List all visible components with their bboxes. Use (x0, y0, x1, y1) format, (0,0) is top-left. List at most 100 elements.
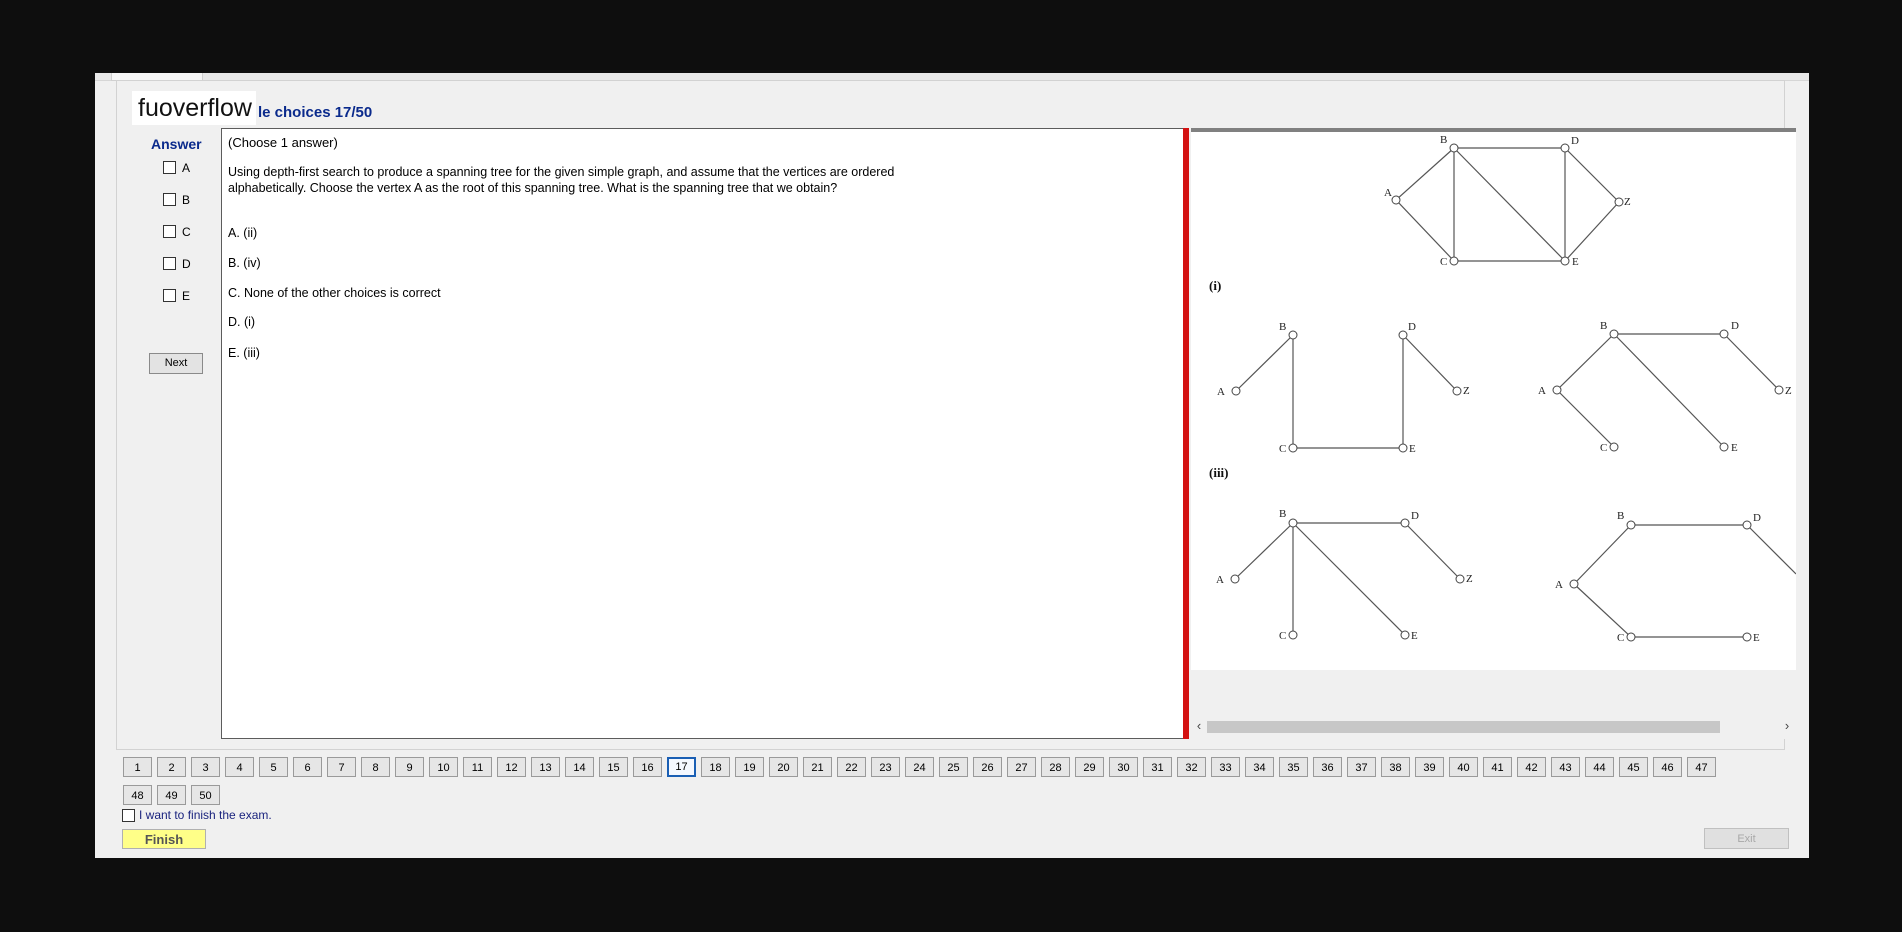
vertex-label-z: Z (1463, 385, 1470, 397)
page-button-14[interactable]: 14 (565, 757, 594, 777)
exam-window: fuoverflow le choices 17/50 Answer A B C… (95, 73, 1809, 858)
finish-confirm-checkbox[interactable] (122, 809, 135, 823)
page-button-30[interactable]: 30 (1109, 757, 1138, 777)
answer-option-b[interactable]: B (163, 192, 190, 208)
page-button-44[interactable]: 44 (1585, 757, 1614, 777)
vertex-label-b: B (1279, 321, 1286, 333)
question-choice-b: B. (iv) (228, 256, 261, 270)
page-button-13[interactable]: 13 (531, 757, 560, 777)
tree-label-iii: (iii) (1209, 465, 1229, 480)
page-button-47[interactable]: 47 (1687, 757, 1716, 777)
page-button-1[interactable]: 1 (123, 757, 152, 777)
brand-watermark: fuoverflow (132, 91, 256, 125)
page-button-16[interactable]: 16 (633, 757, 662, 777)
page-button-31[interactable]: 31 (1143, 757, 1172, 777)
question-instruction: (Choose 1 answer) (228, 135, 338, 150)
page-button-11[interactable]: 11 (463, 757, 492, 777)
vertex-label-c: C (1279, 630, 1286, 642)
vertex-label-b: B (1600, 320, 1607, 332)
page-button-41[interactable]: 41 (1483, 757, 1512, 777)
answer-checkbox[interactable] (163, 193, 176, 207)
page-button-35[interactable]: 35 (1279, 757, 1308, 777)
answer-option-label: A (182, 160, 191, 175)
page-button-5[interactable]: 5 (259, 757, 288, 777)
vertex-label-z: Z (1785, 385, 1792, 397)
page-button-19[interactable]: 19 (735, 757, 764, 777)
exit-button[interactable]: Exit (1704, 828, 1789, 849)
page-button-26[interactable]: 26 (973, 757, 1002, 777)
answer-checkbox[interactable] (163, 161, 176, 175)
scrollbar-thumb[interactable] (1207, 721, 1720, 733)
page-button-48[interactable]: 48 (123, 785, 152, 805)
page-button-3[interactable]: 3 (191, 757, 220, 777)
page-button-12[interactable]: 12 (497, 757, 526, 777)
question-text: Using depth-first search to produce a sp… (228, 165, 895, 195)
page-button-15[interactable]: 15 (599, 757, 628, 777)
page-button-38[interactable]: 38 (1381, 757, 1410, 777)
vertex-label-c: C (1279, 443, 1286, 455)
vertex-label-b: B (1617, 510, 1624, 522)
answer-checkbox[interactable] (163, 289, 176, 303)
page-button-45[interactable]: 45 (1619, 757, 1648, 777)
page-button-42[interactable]: 42 (1517, 757, 1546, 777)
page-button-20[interactable]: 20 (769, 757, 798, 777)
vertex-label-d: D (1571, 135, 1579, 147)
scroll-right-arrow-icon[interactable]: › (1781, 717, 1793, 735)
page-button-40[interactable]: 40 (1449, 757, 1478, 777)
answer-heading: Answer (151, 136, 202, 152)
page-button-7[interactable]: 7 (327, 757, 356, 777)
page-button-39[interactable]: 39 (1415, 757, 1444, 777)
page-button-24[interactable]: 24 (905, 757, 934, 777)
question-choice-c: C. None of the other choices is correct (228, 286, 441, 300)
vertex-label-c: C (1440, 256, 1447, 268)
tree-label-i: (i) (1209, 278, 1221, 293)
page-button-43[interactable]: 43 (1551, 757, 1580, 777)
page-button-9[interactable]: 9 (395, 757, 424, 777)
scroll-left-arrow-icon[interactable]: ‹ (1193, 717, 1205, 735)
page-button-34[interactable]: 34 (1245, 757, 1274, 777)
page-button-28[interactable]: 28 (1041, 757, 1070, 777)
page-button-2[interactable]: 2 (157, 757, 186, 777)
vertex-label-z: Z (1466, 573, 1473, 585)
page-button-27[interactable]: 27 (1007, 757, 1036, 777)
answer-option-a[interactable]: A (163, 160, 190, 176)
vertex-label-e: E (1731, 442, 1738, 454)
answer-option-c[interactable]: C (163, 224, 191, 240)
page-button-6[interactable]: 6 (293, 757, 322, 777)
page-button-22[interactable]: 22 (837, 757, 866, 777)
page-button-32[interactable]: 32 (1177, 757, 1206, 777)
page-button-49[interactable]: 49 (157, 785, 186, 805)
page-button-10[interactable]: 10 (429, 757, 458, 777)
next-button[interactable]: Next (149, 353, 203, 374)
answer-option-label: E (182, 288, 191, 303)
page-button-17[interactable]: 17 (667, 757, 696, 777)
page-button-37[interactable]: 37 (1347, 757, 1376, 777)
answer-option-label: D (182, 256, 191, 271)
page-button-36[interactable]: 36 (1313, 757, 1342, 777)
page-button-21[interactable]: 21 (803, 757, 832, 777)
answer-checkbox[interactable] (163, 257, 176, 271)
page-button-23[interactable]: 23 (871, 757, 900, 777)
page-button-29[interactable]: 29 (1075, 757, 1104, 777)
page-button-4[interactable]: 4 (225, 757, 254, 777)
page-button-8[interactable]: 8 (361, 757, 390, 777)
page-button-46[interactable]: 46 (1653, 757, 1682, 777)
vertex-label-d: D (1408, 321, 1416, 333)
question-title: le choices 17/50 (258, 104, 373, 121)
graph-figure: A B C D E Z A B C D E Z A B C D E Z A B … (1209, 134, 1797, 644)
vertex-label-d: D (1411, 510, 1419, 522)
finish-button[interactable]: Finish (122, 829, 206, 849)
page-button-18[interactable]: 18 (701, 757, 730, 777)
page-button-50[interactable]: 50 (191, 785, 220, 805)
vertex-label-e: E (1572, 256, 1579, 268)
finish-confirm-row[interactable]: I want to finish the exam. (122, 808, 272, 823)
answer-option-e[interactable]: E (163, 288, 190, 304)
answer-checkbox[interactable] (163, 225, 176, 239)
horizontal-scrollbar[interactable]: ‹ › (1191, 717, 1796, 735)
vertex-label-e: E (1411, 630, 1418, 642)
vertex-label-b: B (1279, 508, 1286, 520)
page-button-25[interactable]: 25 (939, 757, 968, 777)
answer-option-d[interactable]: D (163, 256, 191, 272)
page-button-33[interactable]: 33 (1211, 757, 1240, 777)
panel-splitter[interactable] (1183, 128, 1189, 739)
